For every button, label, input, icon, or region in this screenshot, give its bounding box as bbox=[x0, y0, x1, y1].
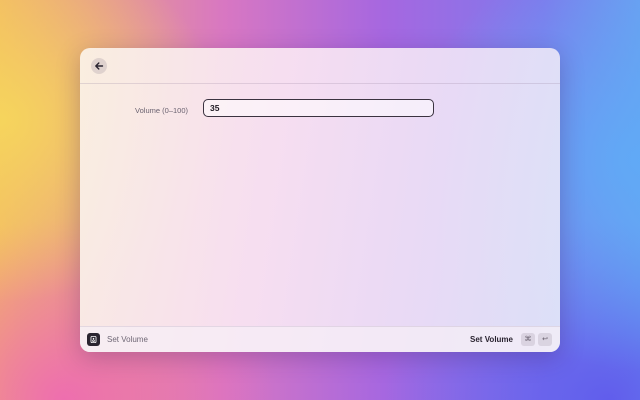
action-bar: Set Volume Set Volume ⌘ ↩ bbox=[80, 326, 560, 352]
command-key-icon: ⌘ bbox=[521, 333, 535, 346]
back-button[interactable] bbox=[91, 58, 107, 74]
arrow-left-icon bbox=[95, 62, 104, 70]
primary-action-button[interactable]: Set Volume bbox=[470, 335, 513, 345]
extension-icon bbox=[87, 333, 100, 346]
command-window: Volume (0–100) Set Volume Set Volume ⌘ ↩ bbox=[80, 48, 560, 352]
return-key-icon: ↩ bbox=[538, 333, 552, 346]
command-title: Set Volume bbox=[107, 335, 148, 344]
volume-input[interactable] bbox=[203, 99, 434, 117]
window-header bbox=[80, 48, 560, 84]
volume-label: Volume (0–100) bbox=[135, 106, 188, 115]
